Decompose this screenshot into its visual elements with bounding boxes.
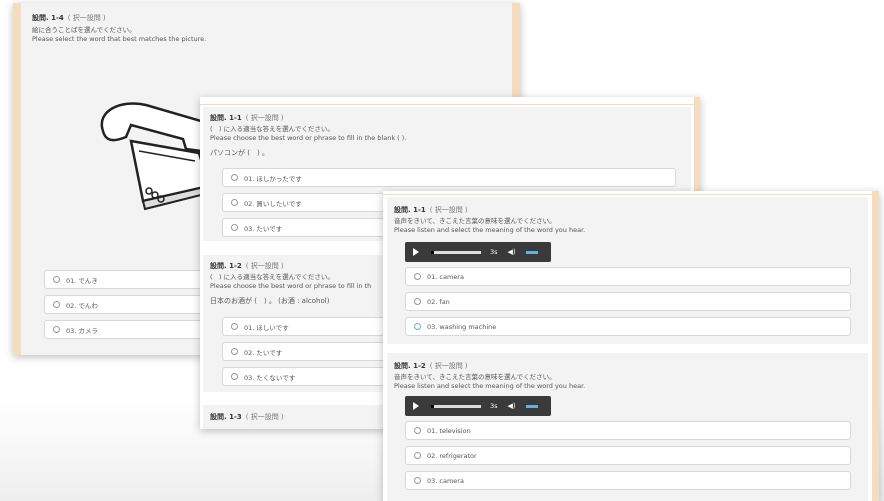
question-title: 設問. 1-4( 択一設問 ) — [32, 14, 106, 22]
time-label: 3s — [490, 248, 498, 256]
radio-button[interactable] — [414, 298, 421, 305]
volume-slider[interactable] — [525, 250, 538, 254]
play-icon[interactable] — [413, 248, 419, 256]
volume-slider[interactable] — [525, 404, 538, 408]
radio-button[interactable] — [231, 224, 238, 231]
question-title: 設問. 1-2( 択一設問 ) — [394, 362, 468, 370]
radio-button[interactable] — [414, 273, 421, 280]
audio-player[interactable]: 3s ◀) — [405, 242, 551, 262]
audio-player[interactable]: 3s ◀) — [405, 396, 551, 416]
radio-button[interactable] — [231, 348, 238, 355]
instruction-jp: ( ) に入る適当な答えを選んでください。 — [210, 273, 334, 281]
option-3[interactable]: 03. camera — [405, 471, 851, 490]
question-sentence: パソコンが ( ) 。 — [210, 149, 269, 158]
question-sentence: 日本のお酒が ( ) 。 (お酒 : alcohol) — [210, 297, 330, 306]
instruction-en: Please choose the best word or phrase to… — [210, 282, 372, 291]
radio-button[interactable] — [231, 199, 238, 206]
option-2[interactable]: 02. refrigerator — [405, 446, 851, 465]
radio-button[interactable] — [414, 477, 421, 484]
instruction-en: Please listen and select the meaning of … — [394, 226, 586, 235]
option-1[interactable]: 01. television — [405, 421, 851, 440]
instruction-jp: 音声をきいて、きこえた言葉の意味を選んでください。 — [394, 373, 556, 381]
option-3[interactable]: 03. washing machine — [405, 317, 851, 336]
instruction-jp: ( ) に入る適当な答えを選んでください。 — [210, 125, 334, 133]
radio-button[interactable] — [53, 276, 60, 283]
radio-button[interactable] — [231, 373, 238, 380]
instruction-jp: 絵に合うことばを選んでください。 — [32, 26, 136, 34]
instruction-en: Please choose the best word or phrase to… — [210, 134, 407, 143]
option-1[interactable]: 01. camera — [405, 267, 851, 286]
radio-button[interactable] — [53, 301, 60, 308]
option-3[interactable]: 03. カメラ — [44, 320, 204, 339]
question-block: 設問. 1-2( 択一設問 ) 音声をきいて、きこえた言葉の意味を選んでください… — [387, 353, 868, 501]
radio-button[interactable] — [231, 323, 238, 330]
volume-icon[interactable]: ◀) — [508, 248, 516, 256]
option-1[interactable]: 01. ほしかったです — [222, 168, 676, 187]
radio-button[interactable] — [414, 323, 421, 330]
question-title: 設問. 1-2( 択一設問 ) — [210, 262, 284, 270]
instruction-en: Please select the word that best matches… — [32, 35, 207, 44]
time-label: 3s — [490, 402, 498, 410]
play-icon[interactable] — [413, 402, 419, 410]
radio-button[interactable] — [414, 452, 421, 459]
question-title: 設問. 1-1( 択一設問 ) — [394, 206, 468, 214]
option-2[interactable]: 02. でんわ — [44, 295, 204, 314]
progress-track[interactable] — [431, 250, 481, 254]
quiz-panel-3: 設問. 1-1( 択一設問 ) 音声をきいて、きこえた言葉の意味を選んでください… — [383, 191, 879, 501]
radio-button[interactable] — [53, 326, 60, 333]
radio-button[interactable] — [231, 174, 238, 181]
question-title: 設問. 1-3( 択一設問 ) — [210, 413, 284, 421]
instruction-jp: 音声をきいて、きこえた言葉の意味を選んでください。 — [394, 217, 556, 225]
question-block: 設問. 1-1( 択一設問 ) 音声をきいて、きこえた言葉の意味を選んでください… — [387, 197, 868, 344]
question-title: 設問. 1-1( 択一設問 ) — [210, 114, 284, 122]
question-header: 設問. 1-4( 択一設問 ) 絵に合うことばを選んでください。 Please … — [32, 13, 206, 44]
option-1[interactable]: 01. でんき — [44, 270, 204, 289]
progress-track[interactable] — [431, 404, 481, 408]
instruction-en: Please listen and select the meaning of … — [394, 382, 586, 391]
volume-icon[interactable]: ◀) — [508, 402, 516, 410]
radio-button[interactable] — [414, 427, 421, 434]
option-2[interactable]: 02. fan — [405, 292, 851, 311]
